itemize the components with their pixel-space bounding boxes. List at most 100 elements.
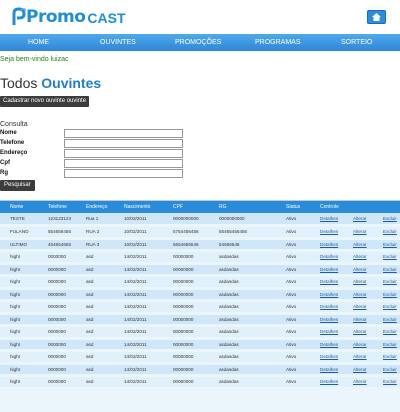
delete-link[interactable]: Excluir xyxy=(383,267,397,272)
nav-item-home[interactable]: HOME xyxy=(28,39,49,46)
cell-endereco: asd xyxy=(86,316,94,322)
cell-telefone: 0000000 xyxy=(48,341,66,347)
edit-link[interactable]: Alterar xyxy=(353,354,367,359)
details-link[interactable]: Detalhes xyxy=(320,379,338,384)
nav-item-sorteio[interactable]: SORTEIO xyxy=(341,39,372,46)
cell-telefone: 0000000 xyxy=(48,279,66,285)
delete-link[interactable]: Excluir xyxy=(383,304,397,309)
delete-link[interactable]: Excluir xyxy=(383,242,397,247)
cell-nome: hight xyxy=(10,279,20,285)
details-link[interactable]: Detalhes xyxy=(320,292,338,297)
cell-telefone: 123123123 xyxy=(48,216,71,221)
edit-link[interactable]: Alterar xyxy=(353,304,367,309)
edit-link[interactable]: Alterar xyxy=(353,367,367,372)
details-link[interactable]: Detalhes xyxy=(320,267,338,272)
cpf-input[interactable] xyxy=(64,159,183,168)
cell-telefone: 0000000 xyxy=(48,316,66,322)
edit-link[interactable]: Alterar xyxy=(353,292,367,297)
nav-item-ouvintes[interactable]: OUVINTES xyxy=(100,39,136,46)
details-link-cell: Detalhes xyxy=(310,363,343,376)
delete-link[interactable]: Excluir xyxy=(383,254,397,259)
nav-item-programas[interactable]: PROGRAMAS xyxy=(255,39,301,46)
cell-status: Ativo xyxy=(286,229,297,235)
cell-nome: hight xyxy=(10,291,20,297)
logo-suffix-text: CAST xyxy=(87,10,126,26)
cell-rg: asdasdas xyxy=(219,341,239,347)
edit-link-cell: Alterar xyxy=(343,376,373,389)
edit-link-cell: Alterar xyxy=(343,263,373,276)
delete-link[interactable]: Excluir xyxy=(383,292,397,297)
table-row: ULTIMO 454654655 RUA 3 10/02/2011 5654655546… xyxy=(0,238,400,251)
cell-cpf: 0000000000 xyxy=(173,216,199,221)
details-link[interactable]: Detalhes xyxy=(320,354,338,359)
delete-link[interactable]: Excluir xyxy=(383,279,397,284)
details-link[interactable]: Detalhes xyxy=(320,229,338,234)
edit-link[interactable]: Alterar xyxy=(353,342,367,347)
details-link[interactable]: Detalhes xyxy=(320,304,338,309)
endereco-input[interactable] xyxy=(64,149,183,158)
edit-link[interactable]: Alterar xyxy=(353,216,367,221)
cell-cpf: 00000000 xyxy=(173,354,194,360)
delete-link[interactable]: Excluir xyxy=(383,342,397,347)
cell-nascimento: 14/02/2011 xyxy=(124,279,147,285)
table-row: hight 0000000 asd 14/02/2011 00000000 asdasda… xyxy=(0,250,400,264)
edit-link[interactable]: Alterar xyxy=(353,379,367,384)
cell-endereco: asd xyxy=(86,366,94,372)
add-listener-button[interactable]: Cadastrar novo ouvinte ouvinte xyxy=(0,96,90,107)
details-link[interactable]: Detalhes xyxy=(320,254,338,259)
delete-link[interactable]: Excluir xyxy=(383,317,397,322)
edit-link[interactable]: Alterar xyxy=(353,317,367,322)
home-button[interactable] xyxy=(367,10,386,24)
edit-link[interactable]: Alterar xyxy=(353,279,367,284)
details-link[interactable]: Detalhes xyxy=(320,279,338,284)
delete-link[interactable]: Excluir xyxy=(383,216,397,221)
cell-status: Ativo xyxy=(286,266,297,272)
edit-link-cell: Alterar xyxy=(343,288,373,301)
cell-status: Ativo xyxy=(286,329,297,335)
details-link-cell: Detalhes xyxy=(310,301,343,314)
telefone-input[interactable] xyxy=(64,139,183,148)
field-label-telefone: Telefone xyxy=(0,140,25,146)
edit-link[interactable]: Alterar xyxy=(353,242,367,247)
promocast-logo[interactable]: Promo CAST xyxy=(12,5,126,29)
rg-input[interactable] xyxy=(64,169,183,178)
nome-input[interactable] xyxy=(64,129,183,138)
delete-link[interactable]: Excluir xyxy=(383,379,397,384)
delete-link-cell: Excluir xyxy=(373,213,400,226)
cell-endereco: asd xyxy=(86,291,94,297)
details-link[interactable]: Detalhes xyxy=(320,317,338,322)
delete-link[interactable]: Excluir xyxy=(383,329,397,334)
cell-status: Ativo xyxy=(286,279,297,285)
cell-telefone: 0000000 xyxy=(48,304,66,310)
search-button[interactable]: Pesquisar xyxy=(0,180,35,191)
cell-rg: asdasdas xyxy=(219,329,239,335)
details-link-cell: Detalhes xyxy=(310,213,343,226)
edit-link-cell: Alterar xyxy=(343,301,373,314)
edit-link[interactable]: Alterar xyxy=(353,329,367,334)
delete-link[interactable]: Excluir xyxy=(383,354,397,359)
delete-link[interactable]: Excluir xyxy=(383,229,397,234)
page-title-accent: Ouvintes xyxy=(41,75,102,91)
cell-nome: hight xyxy=(10,366,20,372)
delete-link-cell: Excluir xyxy=(373,251,400,264)
nav-item-promocoes[interactable]: PROMOÇÕES xyxy=(175,39,221,46)
delete-link[interactable]: Excluir xyxy=(383,367,397,372)
cell-status: Ativo xyxy=(286,241,297,247)
edit-link[interactable]: Alterar xyxy=(353,229,367,234)
table-row: hight 0000000 asd 14/02/2011 00000000 asdasda… xyxy=(0,300,400,314)
cell-status: Ativo xyxy=(286,216,297,221)
edit-link[interactable]: Alterar xyxy=(353,254,367,259)
details-link[interactable]: Detalhes xyxy=(320,342,338,347)
edit-link-cell: Alterar xyxy=(343,226,373,239)
cell-nascimento: 14/02/2011 xyxy=(124,379,147,385)
details-link[interactable]: Detalhes xyxy=(320,329,338,334)
cell-endereco: asd xyxy=(86,254,94,260)
cell-status: Ativo xyxy=(286,341,297,347)
search-row-telefone: Telefone xyxy=(0,139,190,148)
edit-link[interactable]: Alterar xyxy=(353,267,367,272)
details-link[interactable]: Detalhes xyxy=(320,216,338,221)
details-link[interactable]: Detalhes xyxy=(320,242,338,247)
details-link[interactable]: Detalhes xyxy=(320,367,338,372)
page-title: Todos Ouvintes xyxy=(0,75,101,91)
details-link-cell: Detalhes xyxy=(310,338,343,351)
